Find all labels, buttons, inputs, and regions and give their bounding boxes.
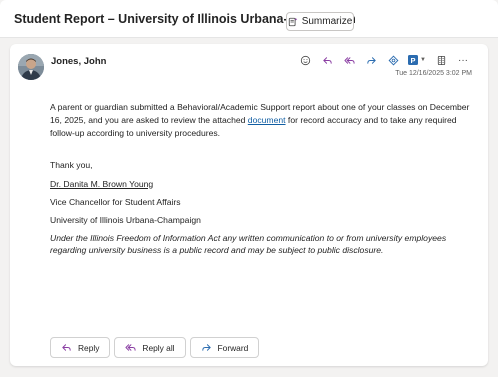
body-paragraph: A parent or guardian submitted a Behavio… <box>50 101 475 140</box>
summarize-button[interactable]: Summarize <box>286 12 354 31</box>
forward-label: Forward <box>217 342 249 353</box>
reply-label: Reply <box>78 342 100 353</box>
more-button[interactable]: ··· <box>452 53 474 67</box>
forward-icon <box>201 344 211 351</box>
reply-button[interactable] <box>316 53 338 67</box>
p-addin-icon: P <box>408 55 419 65</box>
document-link[interactable]: document <box>248 115 286 125</box>
signature-title: Vice Chancellor for Student Affairs <box>50 196 181 207</box>
reply-bottom-button[interactable]: Reply <box>50 337 111 358</box>
addin-button[interactable]: P ▼ <box>404 55 430 65</box>
chevron-down-icon: ▼ <box>420 57 426 63</box>
reply-all-button[interactable] <box>338 53 360 67</box>
forward-button[interactable] <box>360 53 382 67</box>
closing-line: Thank you, <box>50 160 93 171</box>
signature-org: University of Illinois Urbana-Champaign <box>50 214 201 225</box>
message-card: Jones, John P ▼ ··· Tue 12/16/2025 3:02 … <box>10 44 488 366</box>
emoji-icon <box>300 55 310 65</box>
reply-actions: Reply Reply all Forward <box>50 337 260 358</box>
message-body: A parent or guardian submitted a Behavio… <box>50 101 475 257</box>
summarize-label: Summarize <box>301 16 353 27</box>
reply-all-label: Reply all <box>142 342 175 353</box>
sender-name[interactable]: Jones, John <box>51 56 106 67</box>
reply-all-icon <box>125 344 136 351</box>
loop-icon <box>388 55 398 65</box>
reply-icon <box>62 344 71 351</box>
foia-notice: Under the Illinois Freedom of Informatio… <box>50 232 447 256</box>
reply-all-icon <box>343 56 355 64</box>
emoji-button[interactable] <box>294 53 316 67</box>
forward-icon <box>366 56 376 64</box>
immersive-reader-icon <box>437 55 445 65</box>
subject-bar: Student Report – University of Illinois … <box>0 0 498 38</box>
forward-bottom-button[interactable]: Forward <box>189 337 260 358</box>
avatar <box>18 54 44 80</box>
summarize-icon <box>288 17 298 26</box>
immersive-reader-button[interactable] <box>430 53 452 67</box>
reply-icon <box>322 56 332 64</box>
more-icon: ··· <box>458 54 468 66</box>
reply-all-bottom-button[interactable]: Reply all <box>114 337 186 358</box>
loop-button[interactable] <box>382 53 404 67</box>
signature-name: Dr. Danita M. Brown Young <box>50 178 154 189</box>
message-timestamp: Tue 12/16/2025 3:02 PM <box>395 70 472 77</box>
message-toolbar: P ▼ ··· <box>294 53 474 67</box>
